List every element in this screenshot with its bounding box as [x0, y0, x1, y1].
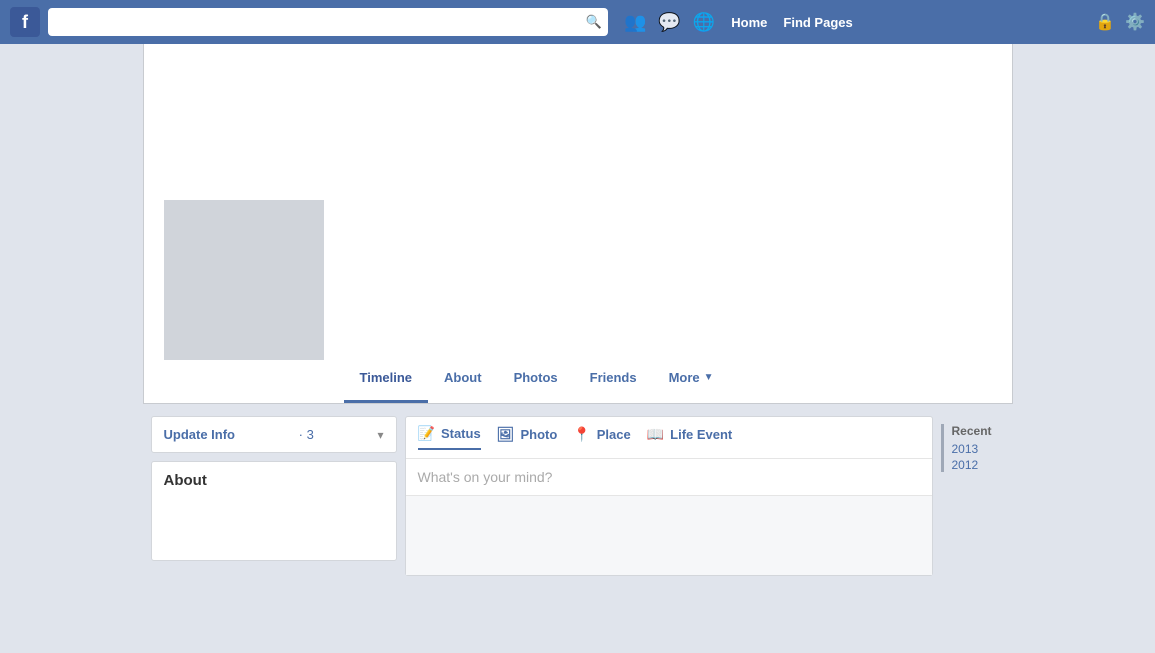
profile-photo[interactable]: [160, 196, 328, 364]
right-feed: 📝 Status 🖼 Photo 📍 Place: [397, 416, 941, 584]
update-info-header[interactable]: Update Info · 3 ▾: [152, 417, 396, 452]
place-icon: 📍: [573, 426, 590, 443]
about-title: About: [164, 472, 384, 489]
friends-icon[interactable]: 👥: [624, 12, 646, 33]
timeline-bar: Recent 2013 2012: [941, 424, 1009, 472]
search-bar[interactable]: 🔍: [48, 8, 608, 36]
composer-tab-photo[interactable]: 🖼 Photo: [497, 426, 558, 449]
photo-icon: 🖼: [497, 426, 515, 443]
update-info-chevron-icon: ▾: [377, 428, 383, 442]
find-pages-link[interactable]: Find Pages: [783, 15, 852, 30]
navbar: f 🔍 👥 💬 🌐 Home Find Pages 🔒 ⚙️: [0, 0, 1155, 44]
timeline-year-2012[interactable]: 2012: [952, 458, 1009, 472]
composer-tab-status[interactable]: 📝 Status: [418, 425, 481, 450]
tab-about[interactable]: About: [428, 354, 498, 403]
composer-tabs: 📝 Status 🖼 Photo 📍 Place: [406, 417, 932, 459]
page-content: Timeline About Photos Friends More ▼: [0, 44, 1155, 653]
main-content: Update Info · 3 ▾ About 📝: [143, 404, 1013, 596]
page-wrapper: f 🔍 👥 💬 🌐 Home Find Pages 🔒 ⚙️: [0, 0, 1155, 653]
center-column: Timeline About Photos Friends More ▼: [143, 44, 1013, 653]
post-composer: 📝 Status 🖼 Photo 📍 Place: [405, 416, 933, 576]
update-info-box: Update Info · 3 ▾: [151, 416, 397, 453]
tab-more[interactable]: More ▼: [653, 354, 730, 403]
composer-tab-place[interactable]: 📍 Place: [573, 426, 630, 449]
life-event-icon: 📖: [647, 426, 664, 443]
about-box: About: [151, 461, 397, 561]
lock-icon[interactable]: 🔒: [1095, 12, 1115, 32]
facebook-logo[interactable]: f: [10, 7, 40, 37]
timeline-year-2013[interactable]: 2013: [952, 442, 1009, 456]
status-icon: 📝: [418, 425, 435, 442]
left-sidebar: Update Info · 3 ▾ About: [143, 416, 397, 584]
home-link[interactable]: Home: [731, 15, 767, 30]
composer-bottom: [406, 495, 932, 575]
globe-icon[interactable]: 🌐: [693, 12, 715, 33]
more-dropdown-icon: ▼: [704, 372, 714, 383]
nav-right: 🔒 ⚙️: [1095, 12, 1145, 32]
gear-icon[interactable]: ⚙️: [1125, 12, 1145, 32]
nav-icons: 👥 💬 🌐: [624, 12, 715, 33]
search-input[interactable]: [54, 15, 586, 30]
tab-photos[interactable]: Photos: [498, 354, 574, 403]
tab-timeline[interactable]: Timeline: [344, 354, 429, 403]
cover-photo: [143, 44, 1013, 354]
update-info-title: Update Info: [164, 427, 236, 442]
composer-tab-life-event[interactable]: 📖 Life Event: [647, 426, 733, 449]
messages-icon[interactable]: 💬: [658, 12, 680, 33]
tab-friends[interactable]: Friends: [574, 354, 653, 403]
update-info-badge: · 3: [299, 427, 314, 442]
timeline-label: Recent: [952, 424, 1009, 438]
search-icon: 🔍: [586, 14, 602, 30]
nav-links: Home Find Pages: [731, 15, 852, 30]
timeline-sidebar: Recent 2013 2012: [941, 416, 1013, 584]
composer-input[interactable]: What's on your mind?: [406, 459, 932, 495]
